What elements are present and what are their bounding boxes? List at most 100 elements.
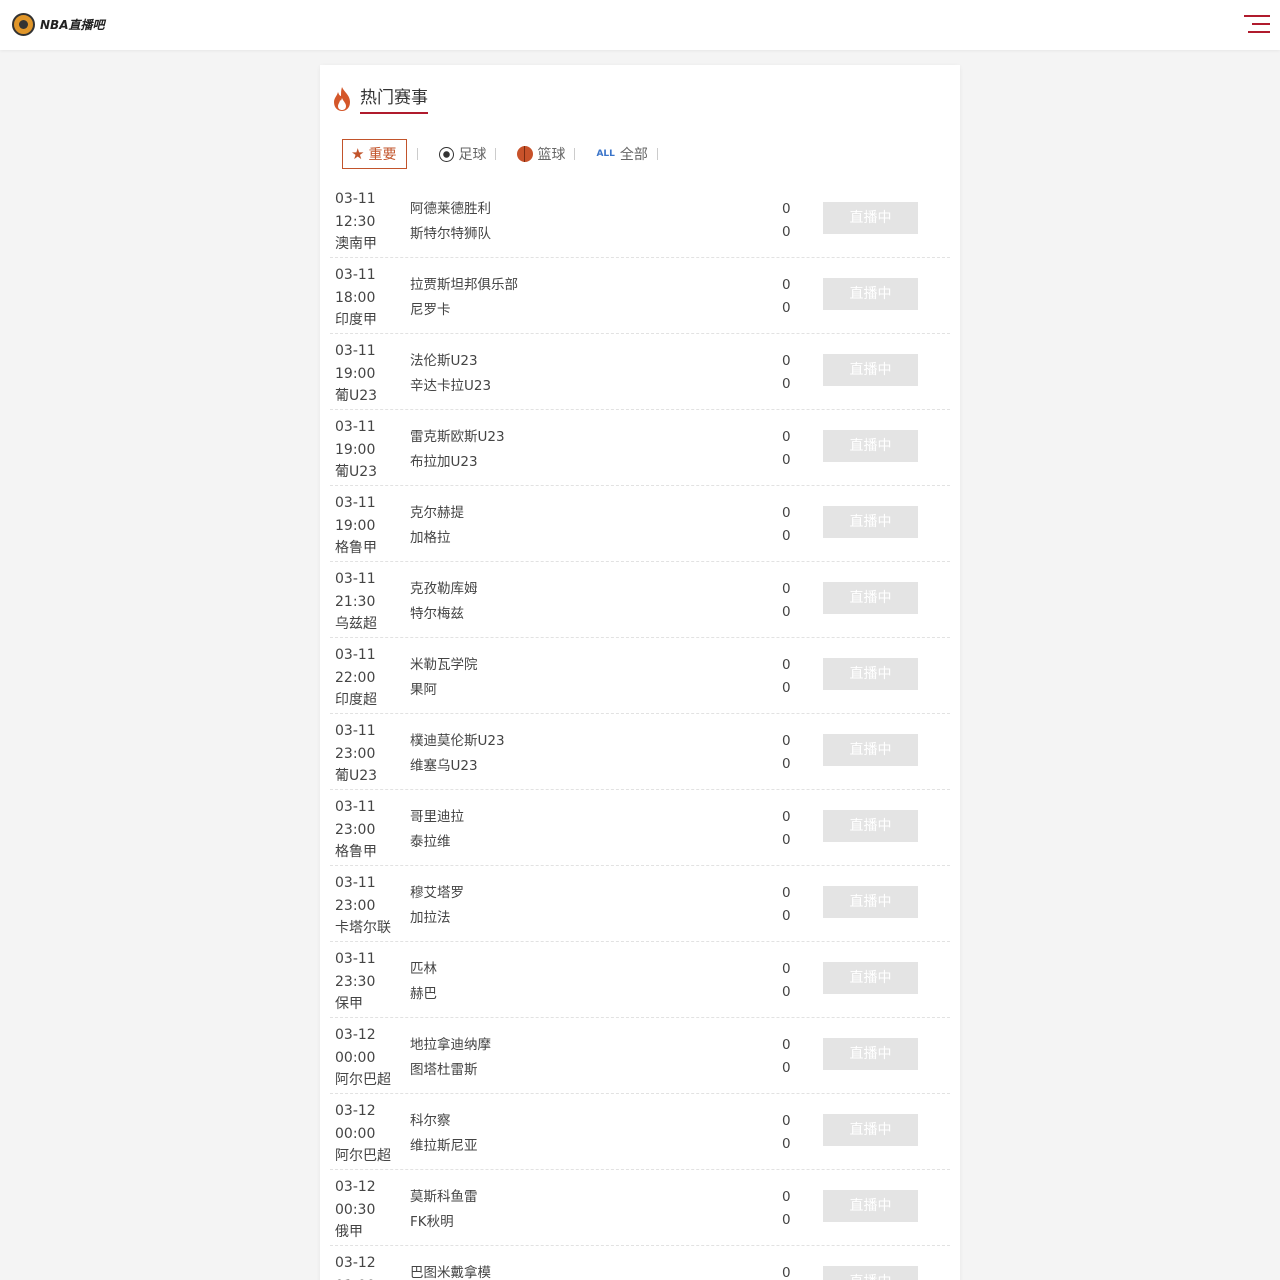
live-button[interactable]: 直播中 <box>823 1114 918 1146</box>
home-team[interactable]: 米勒瓦学院 <box>410 653 478 678</box>
home-score: 0 <box>782 961 791 977</box>
away-team[interactable]: 布拉加U23 <box>410 450 505 475</box>
site-logo[interactable]: NBA直播吧 <box>12 13 104 36</box>
home-team[interactable]: 莫斯科鱼雷 <box>410 1185 478 1210</box>
match-time: 19:00 <box>335 441 376 458</box>
home-team[interactable]: 地拉拿迪纳摩 <box>410 1033 491 1058</box>
match-teams: 樸迪莫伦斯U23 维塞乌U23 <box>410 729 505 779</box>
away-team[interactable]: 维拉斯尼亚 <box>410 1134 478 1159</box>
tab-basketball[interactable]: 篮球 <box>517 139 565 169</box>
match-meta: 03-11 19:00 葡U23 <box>335 416 377 484</box>
home-team[interactable]: 哥里迪拉 <box>410 805 464 830</box>
live-button[interactable]: 直播中 <box>823 202 918 234</box>
away-score: 0 <box>782 299 791 316</box>
away-score: 0 <box>782 1211 791 1228</box>
match-teams: 地拉拿迪纳摩 图塔杜雷斯 <box>410 1033 491 1083</box>
match-row[interactable]: 03-11 19:00 葡U23 雷克斯欧斯U23 布拉加U23 0 0 直播中 <box>330 410 950 486</box>
match-time: 01:00 <box>335 1275 376 1280</box>
match-teams: 法伦斯U23 辛达卡拉U23 <box>410 349 491 399</box>
match-row[interactable]: 03-12 01:00 巴图米戴拿模 0 直播中 <box>330 1246 950 1280</box>
live-button[interactable]: 直播中 <box>823 886 918 918</box>
section-title: 热门赛事 <box>360 83 428 114</box>
away-team[interactable]: 加拉法 <box>410 906 464 931</box>
home-score: 0 <box>782 733 791 749</box>
home-score: 0 <box>782 1265 791 1280</box>
away-team[interactable]: 特尔梅兹 <box>410 602 478 627</box>
match-meta: 03-12 00:00 阿尔巴超 <box>335 1100 391 1168</box>
menu-icon[interactable] <box>1244 15 1270 35</box>
home-team[interactable]: 穆艾塔罗 <box>410 881 464 906</box>
match-teams: 莫斯科鱼雷 FK秋明 <box>410 1185 478 1235</box>
away-team[interactable]: 图塔杜雷斯 <box>410 1058 491 1083</box>
match-date: 03-11 <box>335 267 376 283</box>
tab-important[interactable]: ★ 重要 <box>342 139 408 169</box>
live-button[interactable]: 直播中 <box>823 1038 918 1070</box>
live-button[interactable]: 直播中 <box>823 810 918 842</box>
home-team[interactable]: 巴图米戴拿模 <box>410 1261 491 1280</box>
match-row[interactable]: 03-11 12:30 澳南甲 阿德莱德胜利 斯特尔特狮队 0 0 直播中 <box>330 182 950 258</box>
home-team[interactable]: 匹林 <box>410 957 437 982</box>
league-name: 澳南甲 <box>335 236 377 252</box>
match-row[interactable]: 03-11 23:00 葡U23 樸迪莫伦斯U23 维塞乌U23 0 0 直播中 <box>330 714 950 790</box>
league-name: 印度超 <box>335 692 377 708</box>
home-score: 0 <box>782 809 791 825</box>
match-row[interactable]: 03-11 18:00 印度甲 拉贾斯坦邦俱乐部 尼罗卡 0 0 直播中 <box>330 258 950 334</box>
match-time: 19:00 <box>335 365 376 382</box>
live-button[interactable]: 直播中 <box>823 734 918 766</box>
home-team[interactable]: 克孜勒库姆 <box>410 577 478 602</box>
home-team[interactable]: 科尔察 <box>410 1109 478 1134</box>
live-button[interactable]: 直播中 <box>823 1266 918 1280</box>
away-team[interactable]: 加格拉 <box>410 526 464 551</box>
match-row[interactable]: 03-11 19:00 葡U23 法伦斯U23 辛达卡拉U23 0 0 直播中 <box>330 334 950 410</box>
away-team[interactable]: 斯特尔特狮队 <box>410 222 491 247</box>
match-meta: 03-11 21:30 乌兹超 <box>335 568 377 636</box>
away-score: 0 <box>782 679 791 696</box>
match-time: 23:00 <box>335 821 376 838</box>
match-row[interactable]: 03-11 22:00 印度超 米勒瓦学院 果阿 0 0 直播中 <box>330 638 950 714</box>
home-team[interactable]: 樸迪莫伦斯U23 <box>410 729 505 754</box>
live-button[interactable]: 直播中 <box>823 278 918 310</box>
live-button[interactable]: 直播中 <box>823 430 918 462</box>
tab-divider <box>656 148 658 160</box>
away-team[interactable]: 泰拉维 <box>410 830 464 855</box>
away-team[interactable]: 尼罗卡 <box>410 298 518 323</box>
match-row[interactable]: 03-11 21:30 乌兹超 克孜勒库姆 特尔梅兹 0 0 直播中 <box>330 562 950 638</box>
away-team[interactable]: 果阿 <box>410 678 478 703</box>
match-teams: 米勒瓦学院 果阿 <box>410 653 478 703</box>
home-team[interactable]: 阿德莱德胜利 <box>410 197 491 222</box>
match-row[interactable]: 03-12 00:30 俄甲 莫斯科鱼雷 FK秋明 0 0 直播中 <box>330 1170 950 1246</box>
away-team[interactable]: 辛达卡拉U23 <box>410 374 491 399</box>
live-button[interactable]: 直播中 <box>823 582 918 614</box>
match-list: 03-11 12:30 澳南甲 阿德莱德胜利 斯特尔特狮队 0 0 直播中 03-11 18:00… <box>330 182 950 1280</box>
live-button[interactable]: 直播中 <box>823 506 918 538</box>
away-team[interactable]: FK秋明 <box>410 1210 478 1235</box>
match-scores: 00 <box>782 654 791 699</box>
match-row[interactable]: 03-11 23:00 格鲁甲 哥里迪拉 泰拉维 0 0 直播中 <box>330 790 950 866</box>
home-team[interactable]: 拉贾斯坦邦俱乐部 <box>410 273 518 298</box>
live-button[interactable]: 直播中 <box>823 1190 918 1222</box>
away-team[interactable]: 赫巴 <box>410 982 437 1007</box>
home-team[interactable]: 法伦斯U23 <box>410 349 491 374</box>
match-row[interactable]: 03-12 00:00 阿尔巴超 地拉拿迪纳摩 图塔杜雷斯 0 0 直播中 <box>330 1018 950 1094</box>
league-name: 乌兹超 <box>335 616 377 632</box>
live-button[interactable]: 直播中 <box>823 658 918 690</box>
match-row[interactable]: 03-11 19:00 格鲁甲 克尔赫提 加格拉 0 0 直播中 <box>330 486 950 562</box>
away-team[interactable]: 维塞乌U23 <box>410 754 505 779</box>
match-row[interactable]: 03-12 00:00 阿尔巴超 科尔察 维拉斯尼亚 0 0 直播中 <box>330 1094 950 1170</box>
match-time: 00:00 <box>335 1125 376 1142</box>
match-meta: 03-12 00:30 俄甲 <box>335 1176 376 1244</box>
live-button[interactable]: 直播中 <box>823 354 918 386</box>
tab-all[interactable]: ALL 全部 <box>596 139 647 169</box>
tab-football[interactable]: 足球 <box>439 139 486 169</box>
home-team[interactable]: 克尔赫提 <box>410 501 464 526</box>
match-teams: 匹林 赫巴 <box>410 957 437 1007</box>
league-name: 格鲁甲 <box>335 540 377 556</box>
hot-events-card: 热门赛事 ★ 重要 足球 篮球 ALL 全部 03-11 12:30 澳南甲 阿德莱德… <box>320 65 960 1280</box>
match-time: 00:00 <box>335 1049 376 1066</box>
match-row[interactable]: 03-11 23:30 保甲 匹林 赫巴 0 0 直播中 <box>330 942 950 1018</box>
live-button[interactable]: 直播中 <box>823 962 918 994</box>
match-meta: 03-11 19:00 格鲁甲 <box>335 492 377 560</box>
home-team[interactable]: 雷克斯欧斯U23 <box>410 425 505 450</box>
away-score: 0 <box>782 755 791 772</box>
match-row[interactable]: 03-11 23:00 卡塔尔联 穆艾塔罗 加拉法 0 0 直播中 <box>330 866 950 942</box>
